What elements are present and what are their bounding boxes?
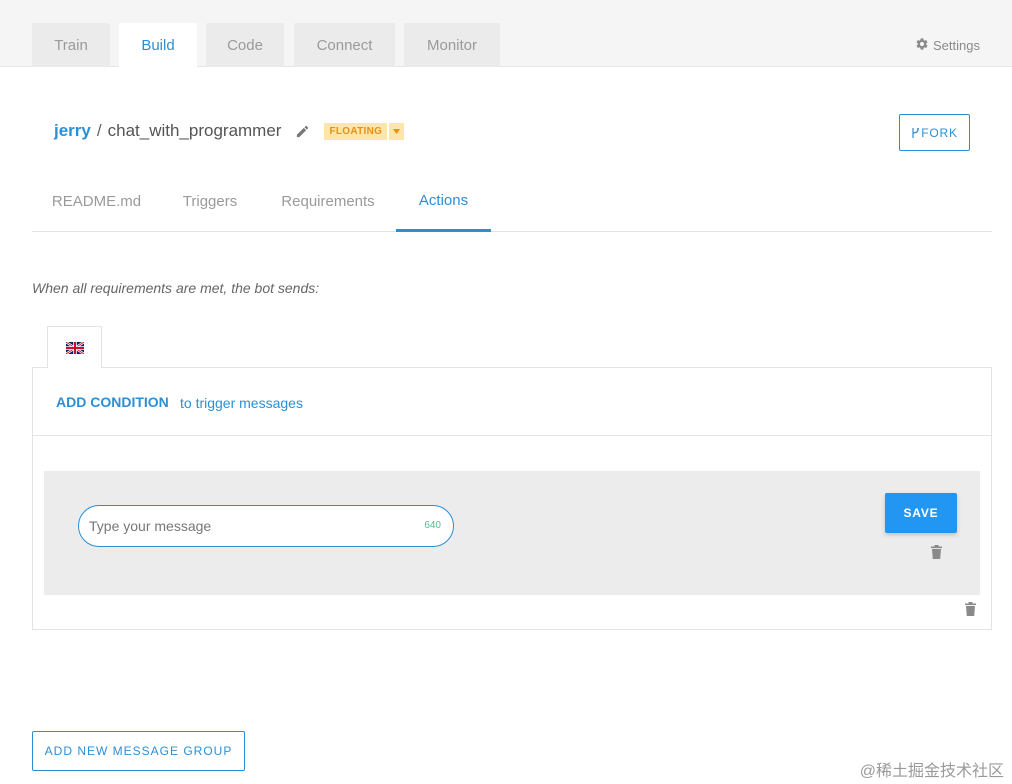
message-editor: 640 SAVE	[44, 471, 980, 595]
path-separator: /	[96, 121, 102, 140]
char-counter: 640	[424, 520, 441, 531]
tab-triggers[interactable]: Triggers	[168, 172, 252, 231]
message-input-wrapper: 640	[78, 505, 454, 547]
fork-icon	[911, 127, 920, 139]
save-button[interactable]: SAVE	[885, 493, 957, 533]
trash-icon[interactable]	[965, 602, 976, 621]
tab-readme[interactable]: README.md	[32, 172, 161, 231]
tab-code[interactable]: Code	[206, 23, 284, 67]
tab-build[interactable]: Build	[119, 23, 197, 68]
language-tab[interactable]	[47, 326, 102, 368]
add-message-group-button[interactable]: ADD NEW MESSAGE GROUP	[32, 731, 245, 771]
project-header: jerry / chat_with_programmer FLOATING	[54, 121, 405, 141]
tab-actions[interactable]: Actions	[396, 172, 491, 232]
status-badge: FLOATING	[324, 122, 388, 140]
gear-icon	[915, 37, 929, 54]
tab-connect[interactable]: Connect	[294, 23, 395, 67]
settings-link[interactable]: Settings	[915, 37, 980, 54]
caret-down-icon[interactable]	[389, 122, 405, 140]
tab-requirements[interactable]: Requirements	[268, 172, 388, 231]
add-condition-hint[interactable]: to trigger messages	[180, 395, 303, 411]
tab-monitor[interactable]: Monitor	[404, 23, 500, 67]
watermark: @稀土掘金技术社区	[859, 763, 1004, 780]
top-nav: Train Build Code Connect Monitor Setting…	[0, 0, 1012, 68]
fork-label: FORK	[921, 125, 958, 140]
project-owner[interactable]: jerry	[54, 121, 91, 141]
pencil-icon[interactable]	[295, 124, 310, 139]
message-group-panel: ADD CONDITION to trigger messages 640 SA…	[32, 367, 992, 630]
uk-flag-icon	[65, 341, 84, 354]
tab-train[interactable]: Train	[32, 23, 110, 67]
message-input[interactable]	[89, 506, 409, 546]
project-name: chat_with_programmer	[107, 121, 282, 140]
actions-intro: When all requirements are met, the bot s…	[32, 280, 320, 296]
trash-icon[interactable]	[931, 545, 942, 564]
condition-row: ADD CONDITION to trigger messages	[33, 368, 991, 436]
fork-button[interactable]: FORK	[899, 114, 970, 151]
add-condition-button[interactable]: ADD CONDITION	[56, 394, 169, 410]
settings-label: Settings	[933, 38, 980, 53]
sub-tabs: README.md Triggers Requirements Actions	[32, 172, 992, 232]
